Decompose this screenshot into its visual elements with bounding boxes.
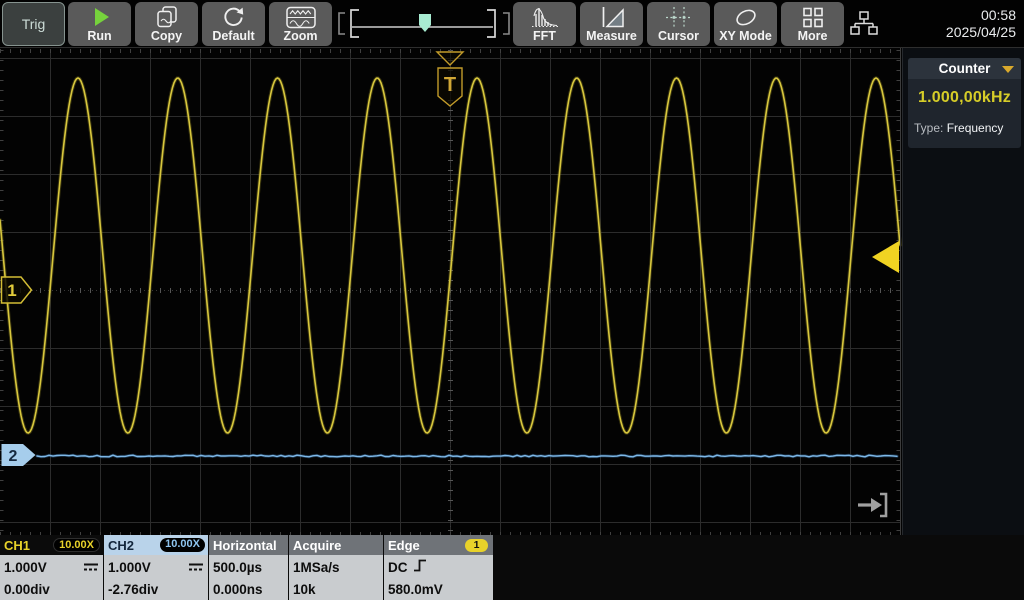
- ch2-scale: 1.000V: [108, 560, 151, 575]
- xy-ellipse-icon: [714, 5, 777, 30]
- status-bar: CH1 10.00X 1.000V 0.00div CH2 10.00X: [0, 535, 1024, 600]
- acquire-status-block[interactable]: Acquire 1MSa/s 10k: [289, 535, 383, 600]
- measure-triangle-icon: [580, 5, 643, 30]
- fft-button[interactable]: FFT: [513, 2, 576, 46]
- rising-edge-icon: [413, 559, 427, 575]
- ch2-name: CH2: [108, 538, 134, 553]
- side-panel: Counter 1.000,00kHz Type: Frequency: [902, 48, 1024, 535]
- run-button[interactable]: Run: [68, 2, 131, 46]
- default-button[interactable]: Default: [202, 2, 265, 46]
- clock-date: 2025/04/25: [946, 24, 1016, 41]
- cursor-crosshair-icon: [647, 5, 710, 30]
- xy-mode-button[interactable]: XY Mode: [714, 2, 777, 46]
- trigger-position-marker[interactable]: [419, 14, 431, 32]
- waveform-zoom-icon: [269, 5, 332, 30]
- measure-button[interactable]: Measure: [580, 2, 643, 46]
- counter-type-value: Frequency: [947, 121, 1004, 135]
- ch1-marker-number: 1: [7, 281, 16, 300]
- reset-arrow-icon: [202, 5, 265, 30]
- run-label: Run: [87, 29, 111, 43]
- fft-spectrum-icon: [513, 5, 576, 30]
- trigger-source-badge: 1: [465, 539, 488, 552]
- timebase-value: 500.0µs: [213, 560, 262, 575]
- trigger-type-title: Edge: [388, 538, 420, 553]
- counter-title: Counter: [939, 61, 991, 76]
- copy-button[interactable]: Copy: [135, 2, 198, 46]
- sample-rate-value: 1MSa/s: [293, 560, 340, 575]
- ch2-probe-badge: 10.00X: [160, 538, 205, 552]
- cursor-label: Cursor: [658, 29, 699, 43]
- default-label: Default: [212, 29, 254, 43]
- trigger-coupling: DC: [388, 560, 408, 575]
- horizontal-status-block[interactable]: Horizontal 500.0µs 0.000ns: [209, 535, 288, 600]
- ch2-status-block[interactable]: CH2 10.00X 1.000V -2.76div: [104, 535, 208, 600]
- ch1-status-block[interactable]: CH1 10.00X 1.000V 0.00div: [0, 535, 103, 600]
- zoom-button[interactable]: Zoom: [269, 2, 332, 46]
- ch1-scale: 1.000V: [4, 560, 47, 575]
- trigger-flag-letter: T: [444, 74, 456, 96]
- trigger-status-block[interactable]: Edge 1 DC 580.0mV: [384, 535, 493, 600]
- copy-label: Copy: [151, 29, 182, 43]
- acquire-title: Acquire: [293, 538, 341, 553]
- copy-icon: [135, 5, 198, 30]
- counter-panel: Counter 1.000,00kHz Type: Frequency: [908, 58, 1021, 148]
- cursor-button[interactable]: Cursor: [647, 2, 710, 46]
- oscilloscope-screen: Trig Run Copy: [0, 0, 1024, 600]
- more-button[interactable]: More: [781, 2, 844, 46]
- counter-type-row: Type: Frequency: [914, 121, 1021, 135]
- play-icon: [68, 5, 131, 29]
- trig-button[interactable]: Trig: [2, 2, 65, 46]
- chevron-down-icon: [1002, 66, 1014, 73]
- ch1-probe-badge: 10.00X: [53, 538, 100, 552]
- more-grid-icon: [781, 5, 844, 30]
- waveform-display: T 1 2: [0, 48, 902, 535]
- trigger-level-value: 580.0mV: [388, 582, 443, 597]
- fft-label: FFT: [533, 29, 556, 43]
- ch2-marker-number: 2: [9, 448, 18, 465]
- horizontal-delay-value: 0.000ns: [213, 582, 263, 597]
- counter-dropdown[interactable]: Counter: [908, 58, 1021, 79]
- horizontal-position-slider[interactable]: [336, 2, 512, 46]
- trig-label: Trig: [22, 16, 46, 32]
- ch1-name: CH1: [4, 538, 30, 553]
- top-toolbar: Trig Run Copy: [0, 0, 1024, 48]
- xy-mode-label: XY Mode: [719, 29, 772, 43]
- more-label: More: [798, 29, 828, 43]
- counter-frequency-value: 1.000,00kHz: [908, 89, 1021, 107]
- horizontal-title: Horizontal: [213, 538, 277, 553]
- ch1-offset: 0.00div: [4, 582, 50, 597]
- network-icon[interactable]: [849, 10, 881, 40]
- clock-time: 00:58: [946, 7, 1016, 24]
- dc-coupling-icon: [83, 560, 99, 575]
- dc-coupling-icon: [188, 560, 204, 575]
- clock: 00:58 2025/04/25: [946, 7, 1016, 41]
- zoom-label: Zoom: [283, 29, 317, 43]
- memory-depth-value: 10k: [293, 582, 316, 597]
- measure-label: Measure: [586, 29, 637, 43]
- ch2-offset: -2.76div: [108, 582, 158, 597]
- counter-type-label: Type:: [914, 121, 943, 135]
